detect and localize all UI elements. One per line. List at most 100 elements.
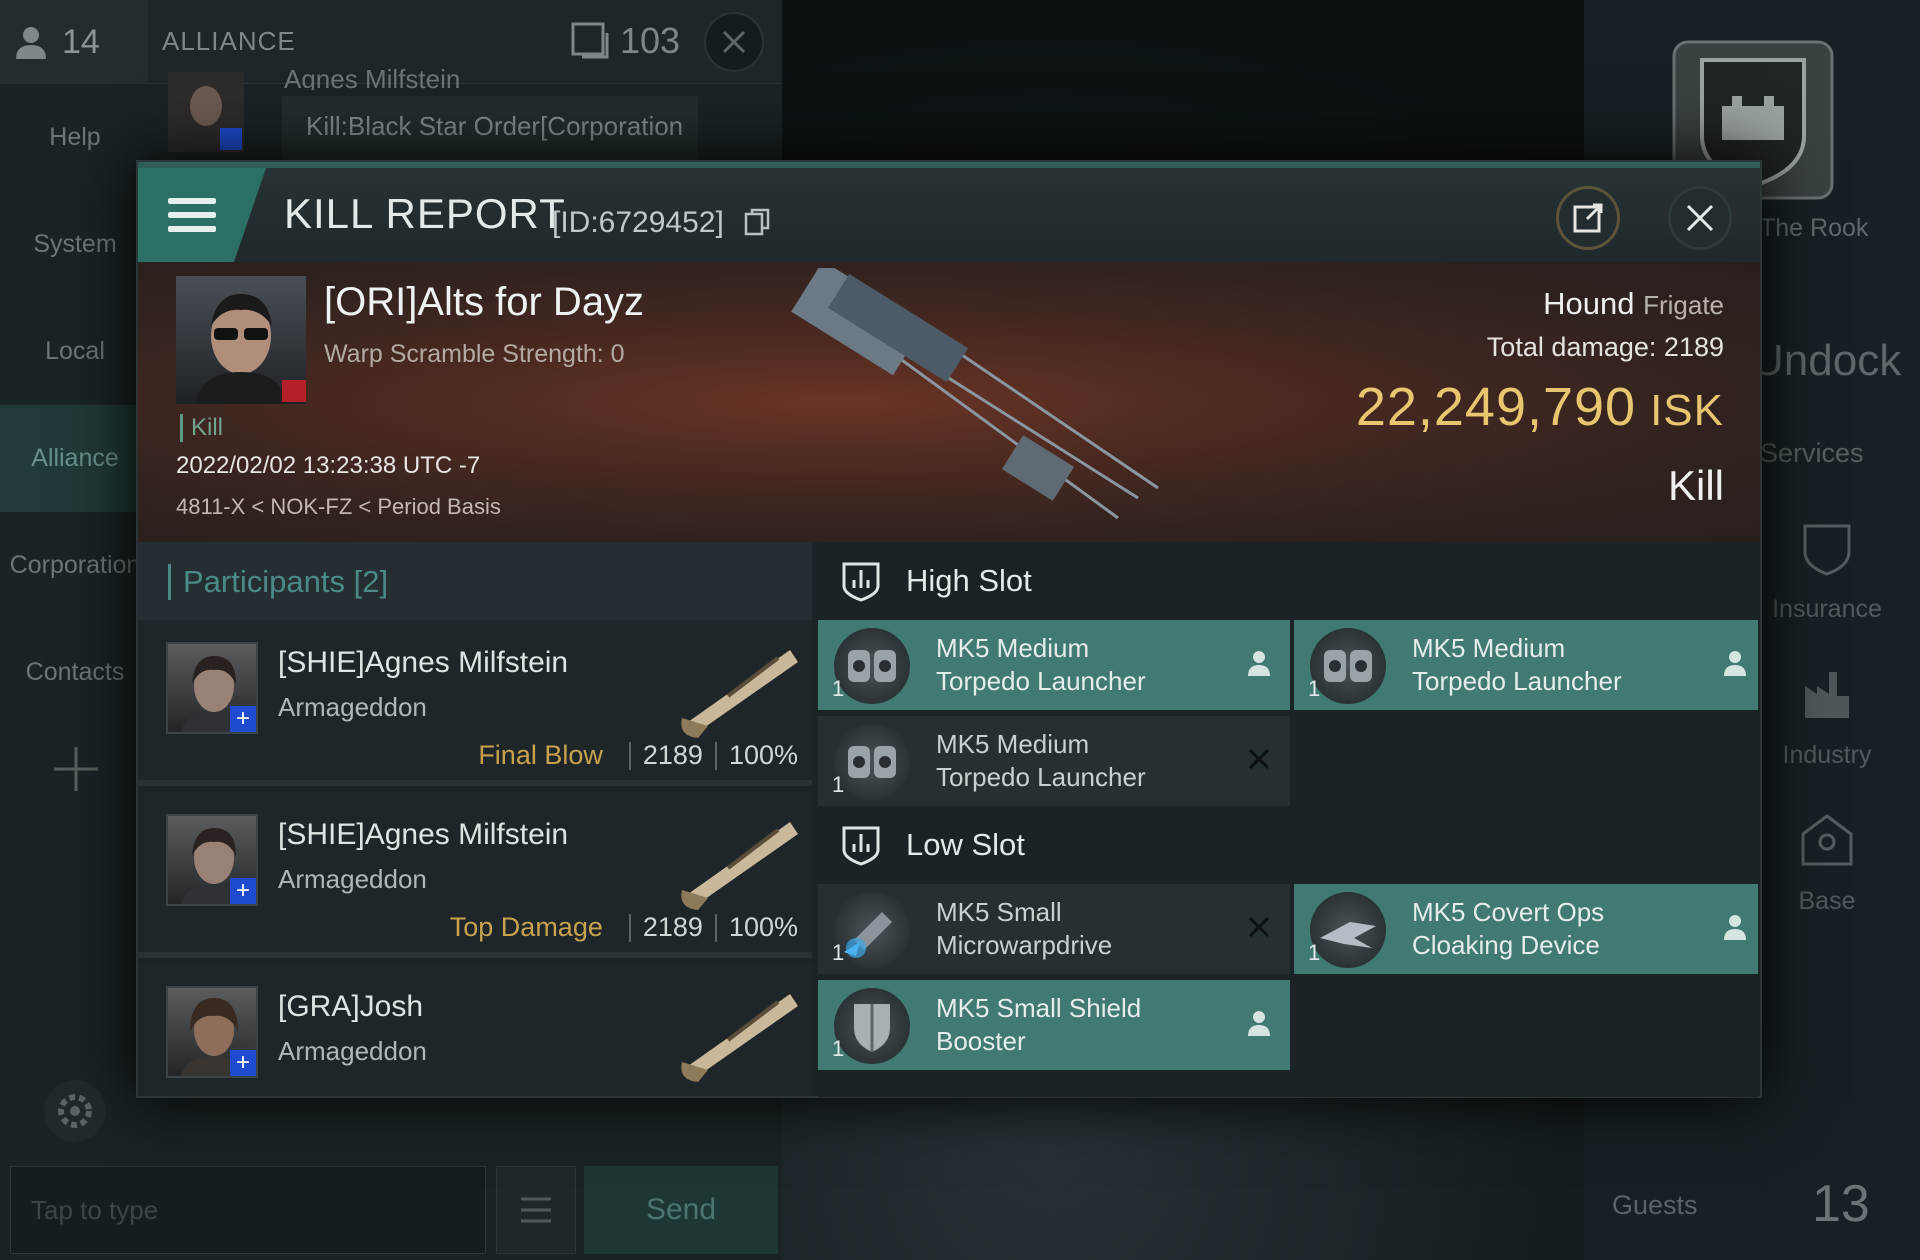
total-damage-label: Total damage:	[1486, 332, 1657, 362]
module-item[interactable]: 1 MK5 Medium Torpedo Launcher	[818, 716, 1290, 806]
insurance-label: Insurance	[1772, 595, 1882, 623]
nav-corporation[interactable]: Corporation	[0, 512, 150, 619]
close-icon	[722, 30, 746, 54]
chat-input[interactable]: Tap to type	[10, 1166, 486, 1254]
close-button[interactable]	[1668, 186, 1732, 250]
copy-icon[interactable]	[744, 208, 770, 236]
friendly-badge: +	[230, 706, 256, 732]
nav-alliance[interactable]: Alliance	[0, 405, 150, 512]
chat-title: ALLIANCE	[162, 26, 296, 56]
participant-avatar: +	[166, 814, 258, 906]
guests-label: Guests	[1612, 1190, 1698, 1220]
participant-tag: Final Blow	[478, 740, 603, 770]
chat-close-button[interactable]	[704, 12, 764, 72]
industry-service[interactable]: Industry	[1752, 666, 1902, 770]
module-qty: 1	[1308, 940, 1321, 965]
participant-row[interactable]: + [SHIE]Agnes Milfstein Armageddon Final…	[138, 620, 812, 786]
module-name: MK5 Small Microwarpdrive	[936, 897, 1113, 960]
total-damage-value: 2189	[1663, 332, 1724, 362]
module-name: MK5 Covert Ops Cloaking Device	[1412, 897, 1605, 960]
member-count-value: 14	[62, 22, 100, 61]
nav-system[interactable]: System	[0, 191, 150, 298]
low-slot-label: Low Slot	[906, 827, 1025, 862]
participant-avatar: +	[166, 986, 258, 1078]
industry-label: Industry	[1782, 741, 1872, 769]
base-icon	[1801, 814, 1853, 866]
dropped-person-icon	[1248, 1011, 1270, 1036]
share-icon	[1573, 203, 1603, 233]
participant-name: [SHIE]Agnes Milfstein	[278, 818, 569, 851]
insurance-service[interactable]: Insurance	[1752, 520, 1902, 624]
chat-menu-button[interactable]	[496, 1166, 576, 1254]
kill-report-dialog: KILL REPORT [ID:6729452] [ORI]Alts for D…	[136, 160, 1762, 1098]
high-slot-label: High Slot	[906, 563, 1032, 598]
participant-stats: Final Blow 2189 100%	[478, 740, 798, 771]
chat-avatar	[168, 72, 278, 162]
send-button[interactable]: Send	[584, 1166, 778, 1254]
ship-name: Hound	[1543, 286, 1635, 321]
participant-ship: Armageddon	[278, 1036, 427, 1066]
chat-message[interactable]: Kill:Black Star Order[Corporation	[282, 96, 698, 160]
participant-percent: 100%	[728, 740, 798, 770]
participant-name: [GRA]Josh	[278, 990, 424, 1023]
chat-message-author: Agnes Milfstein	[284, 64, 461, 90]
module-name: MK5 Medium Torpedo Launcher	[1412, 633, 1622, 696]
victim-name[interactable]: [ORI]Alts for Dayz	[324, 280, 644, 325]
isk-currency: ISK	[1650, 386, 1724, 435]
add-channel-icon[interactable]	[52, 745, 100, 793]
person-icon	[16, 27, 46, 59]
module-item[interactable]: 1 MK5 Covert Ops Cloaking Device	[1294, 884, 1758, 974]
module-qty: 1	[1308, 676, 1321, 701]
game-screen: 14 ALLIANCE 103 Help System Local Allian…	[0, 0, 1920, 1260]
dropped-person-icon	[1248, 651, 1270, 676]
share-button[interactable]	[1556, 186, 1620, 250]
nav-local[interactable]: Local	[0, 298, 150, 405]
dropped-person-icon	[1724, 651, 1746, 676]
menu-icon	[521, 1197, 551, 1223]
participants-count: [2]	[353, 564, 389, 599]
participants-header: Participants [2]	[138, 542, 812, 620]
participant-percent: 100%	[728, 912, 798, 942]
destroyed-x-icon	[1248, 748, 1270, 770]
module-item[interactable]: 1 MK5 Small Microwarpdrive	[818, 884, 1290, 974]
module-name: MK5 Medium Torpedo Launcher	[936, 729, 1146, 792]
settings-gear-icon[interactable]	[44, 1080, 106, 1142]
torpedo-launcher-icon	[834, 724, 910, 800]
low-slot-header: Low Slot	[818, 806, 1758, 884]
module-name: MK5 Small Shield Booster	[936, 993, 1142, 1056]
services-label: Services	[1760, 438, 1864, 468]
base-label: Base	[1798, 887, 1856, 915]
module-qty: 1	[832, 940, 845, 965]
destroyed-x-icon	[1248, 916, 1270, 938]
hostile-badge	[282, 380, 306, 402]
undock-button[interactable]: Undock	[1752, 336, 1901, 386]
module-qty: 1	[832, 676, 845, 701]
isk-value: 22,249,790 ISK	[1356, 376, 1724, 438]
nav-contacts[interactable]: Contacts	[0, 619, 150, 726]
report-result: Kill	[1667, 462, 1724, 509]
victim-portrait[interactable]	[176, 276, 306, 404]
ship-type[interactable]: Hound Frigate	[1543, 286, 1724, 322]
module-item[interactable]: 1 MK5 Medium Torpedo Launcher	[1294, 620, 1758, 710]
base-service[interactable]: Base	[1752, 812, 1902, 916]
high-slot-header: High Slot	[818, 542, 1758, 620]
victim-banner: [ORI]Alts for Dayz Warp Scramble Strengt…	[138, 262, 1760, 542]
menu-button[interactable]	[138, 168, 266, 262]
member-count[interactable]: 14	[0, 0, 148, 84]
kill-tag: Kill	[180, 414, 223, 442]
participant-name: [SHIE]Agnes Milfstein	[278, 646, 569, 679]
weapon-icon	[681, 650, 798, 738]
module-item[interactable]: 1 MK5 Medium Torpedo Launcher	[818, 620, 1290, 710]
guests-count: 13	[1812, 1175, 1870, 1233]
participant-damage: 2189	[642, 740, 703, 770]
online-count: 103	[570, 20, 680, 62]
nav-help[interactable]: Help	[0, 84, 150, 191]
module-item[interactable]: 1 MK5 Small Shield Booster	[818, 980, 1290, 1070]
participant-damage: 2189	[642, 912, 703, 942]
participant-row[interactable]: + [SHIE]Agnes Milfstein Armageddon Top D…	[138, 792, 812, 958]
kill-location[interactable]: 4811-X < NOK-FZ < Period Basis	[176, 494, 501, 520]
participant-row[interactable]: + [GRA]Josh Armageddon	[138, 964, 812, 1096]
module-qty: 1	[832, 1036, 845, 1061]
kill-datetime: 2022/02/02 13:23:38 UTC -7	[176, 452, 481, 479]
dialog-title: KILL REPORT	[284, 190, 566, 237]
